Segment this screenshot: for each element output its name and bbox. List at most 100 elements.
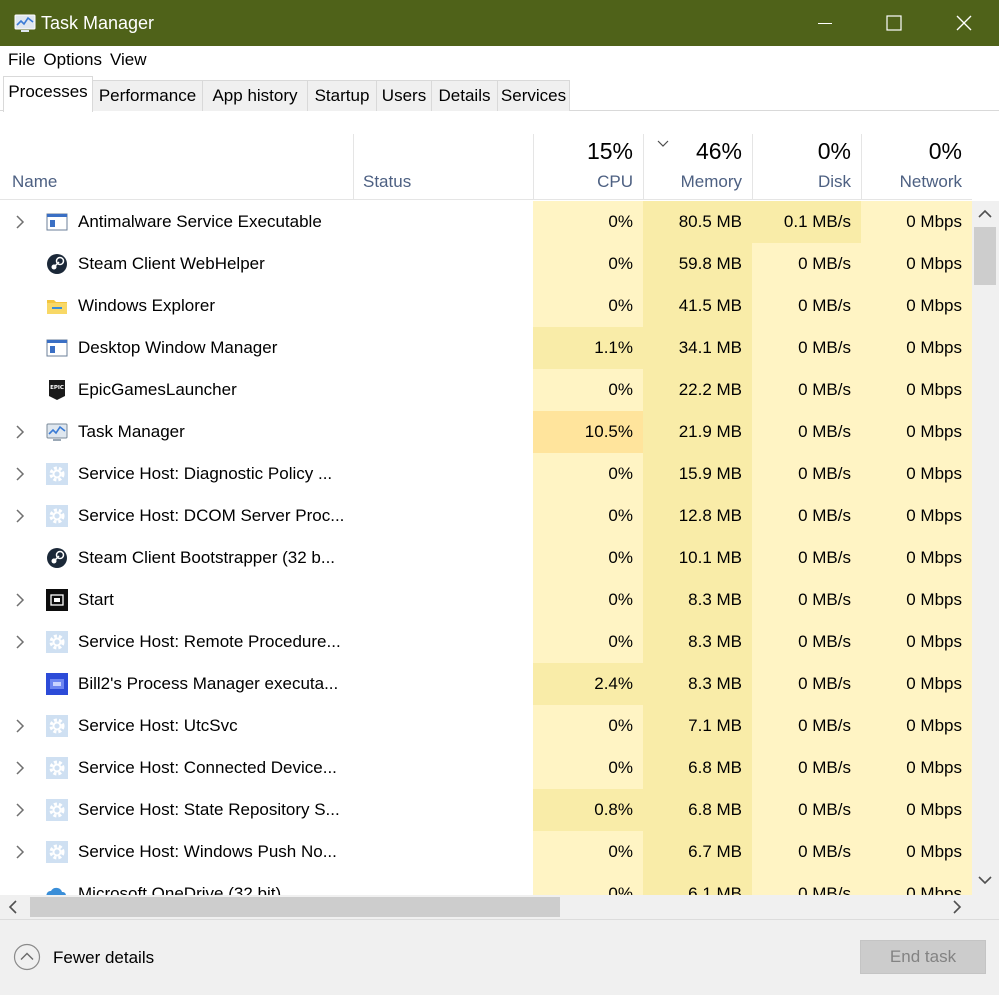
gear-icon: [46, 799, 68, 821]
maximize-button[interactable]: [859, 0, 929, 46]
chevron-right-icon[interactable]: [14, 467, 26, 481]
process-name: Steam Client WebHelper: [78, 254, 265, 273]
memory-cell: 15.9 MB: [643, 453, 752, 495]
table-row[interactable]: Service Host: Remote Procedure... 0% 8.3 M…: [0, 621, 972, 663]
cpu-total: 15%: [586, 138, 633, 164]
column-header-disk[interactable]: 0% Disk: [752, 134, 861, 200]
cpu-cell: 0%: [533, 705, 643, 747]
vertical-scrollbar[interactable]: [972, 201, 999, 895]
table-row[interactable]: Bill2's Process Manager executa... 2.4% 8.…: [0, 663, 972, 705]
network-cell: 0 Mbps: [861, 495, 972, 537]
table-row[interactable]: Service Host: UtcSvc 0% 7.1 MB 0 MB/s 0 Mbps: [0, 705, 972, 747]
cpu-cell: 0%: [533, 621, 643, 663]
chevron-right-icon[interactable]: [14, 719, 26, 733]
network-cell: 0 Mbps: [861, 747, 972, 789]
tab-app-history[interactable]: App history: [202, 80, 308, 111]
window-title: Task Manager: [41, 13, 155, 33]
memory-cell: 80.5 MB: [643, 201, 752, 243]
table-row[interactable]: Service Host: Connected Device... 0% 6.8 M…: [0, 747, 972, 789]
chevron-right-icon[interactable]: [14, 635, 26, 649]
chevron-right-icon[interactable]: [14, 593, 26, 607]
close-button[interactable]: [929, 0, 999, 46]
horizontal-scrollbar[interactable]: [0, 895, 972, 919]
memory-cell: 21.9 MB: [643, 411, 752, 453]
network-cell: 0 Mbps: [861, 537, 972, 579]
cpu-cell: 0%: [533, 747, 643, 789]
tab-details[interactable]: Details: [431, 80, 498, 111]
tab-performance[interactable]: Performance: [92, 80, 203, 111]
disk-cell: 0 MB/s: [752, 663, 861, 705]
tab-users[interactable]: Users: [376, 80, 432, 111]
table-row[interactable]: Start 0% 8.3 MB 0 MB/s 0 Mbps: [0, 579, 972, 621]
cpu-cell: 0%: [533, 873, 643, 895]
chevron-right-icon[interactable]: [14, 803, 26, 817]
tab-processes[interactable]: Processes: [3, 76, 93, 112]
network-cell: 0 Mbps: [861, 579, 972, 621]
window-app-icon: [46, 337, 68, 359]
tab-bar: Processes Performance App history Startu…: [0, 74, 999, 112]
gear-icon: [46, 715, 68, 737]
network-cell: 0 Mbps: [861, 705, 972, 747]
epic-games-icon: EPIC: [46, 379, 68, 401]
menu-options[interactable]: Options: [39, 46, 106, 74]
chevron-up-circle-icon[interactable]: [13, 943, 41, 971]
fewer-details-link[interactable]: Fewer details: [53, 948, 154, 968]
scroll-down-icon[interactable]: [978, 875, 992, 885]
menu-file[interactable]: File: [0, 46, 39, 74]
minimize-button[interactable]: [790, 0, 860, 46]
task-manager-app-icon: [14, 14, 36, 32]
cpu-cell: 0%: [533, 453, 643, 495]
memory-cell: 6.8 MB: [643, 789, 752, 831]
task-manager-icon: [46, 421, 68, 443]
table-row[interactable]: Service Host: DCOM Server Proc... 0% 12.8 …: [0, 495, 972, 537]
network-cell: 0 Mbps: [861, 411, 972, 453]
chevron-right-icon[interactable]: [14, 215, 26, 229]
network-cell: 0 Mbps: [861, 285, 972, 327]
gear-icon: [46, 505, 68, 527]
chevron-right-icon[interactable]: [14, 425, 26, 439]
network-cell: 0 Mbps: [861, 873, 972, 895]
tab-startup[interactable]: Startup: [307, 80, 377, 111]
column-header-memory[interactable]: 46% Memory: [643, 134, 752, 200]
memory-cell: 8.3 MB: [643, 621, 752, 663]
table-row[interactable]: Windows Explorer 0% 41.5 MB 0 MB/s 0 Mbps: [0, 285, 972, 327]
table-row[interactable]: Service Host: Windows Push No... 0% 6.7 MB…: [0, 831, 972, 873]
table-row[interactable]: Antimalware Service Executable 0% 80.5 MB 0…: [0, 201, 972, 243]
column-header-status[interactable]: Status: [363, 134, 523, 200]
table-row[interactable]: Service Host: State Repository S... 0.8% 6…: [0, 789, 972, 831]
chevron-right-icon[interactable]: [14, 509, 26, 523]
table-row[interactable]: EPIC EpicGamesLauncher 0% 22.2 MB 0 MB/s 0 Mb…: [0, 369, 972, 411]
horizontal-scroll-thumb[interactable]: [30, 897, 560, 917]
table-row[interactable]: Steam Client Bootstrapper (32 b... 0% 10.1…: [0, 537, 972, 579]
scroll-up-icon[interactable]: [978, 209, 992, 219]
title-bar: Task Manager: [0, 0, 999, 46]
chevron-right-icon[interactable]: [14, 845, 26, 859]
column-header-network[interactable]: 0% Network: [861, 134, 972, 200]
disk-cell: 0 MB/s: [752, 453, 861, 495]
column-header-cpu[interactable]: 15% CPU: [533, 134, 643, 200]
table-row[interactable]: Task Manager 10.5% 21.9 MB 0 MB/s 0 Mbps: [0, 411, 972, 453]
scroll-right-icon[interactable]: [952, 900, 962, 914]
disk-cell: 0.1 MB/s: [752, 201, 861, 243]
table-row[interactable]: Service Host: Diagnostic Policy ... 0% 15.…: [0, 453, 972, 495]
table-row[interactable]: Desktop Window Manager 1.1% 34.1 MB 0 MB/s 0…: [0, 327, 972, 369]
chevron-right-icon[interactable]: [14, 761, 26, 775]
cpu-cell: 0%: [533, 537, 643, 579]
memory-cell: 6.1 MB: [643, 873, 752, 895]
table-row[interactable]: Microsoft OneDrive (32 bit) 0% 6.1 MB 0 MB/…: [0, 873, 972, 895]
disk-cell: 0 MB/s: [752, 705, 861, 747]
scroll-left-icon[interactable]: [8, 900, 18, 914]
vertical-scroll-thumb[interactable]: [974, 227, 996, 285]
disk-cell: 0 MB/s: [752, 873, 861, 895]
end-task-button[interactable]: End task: [860, 940, 986, 974]
tab-services[interactable]: Services: [497, 80, 570, 111]
table-row[interactable]: Steam Client WebHelper 0% 59.8 MB 0 MB/s 0 M…: [0, 243, 972, 285]
shield-app-icon: [46, 211, 68, 233]
column-header-name[interactable]: Name: [12, 134, 352, 200]
cpu-cell: 0%: [533, 201, 643, 243]
cpu-cell: 0%: [533, 243, 643, 285]
close-icon: [956, 15, 972, 31]
onedrive-icon: [46, 883, 68, 895]
menu-view[interactable]: View: [106, 46, 151, 74]
memory-cell: 22.2 MB: [643, 369, 752, 411]
